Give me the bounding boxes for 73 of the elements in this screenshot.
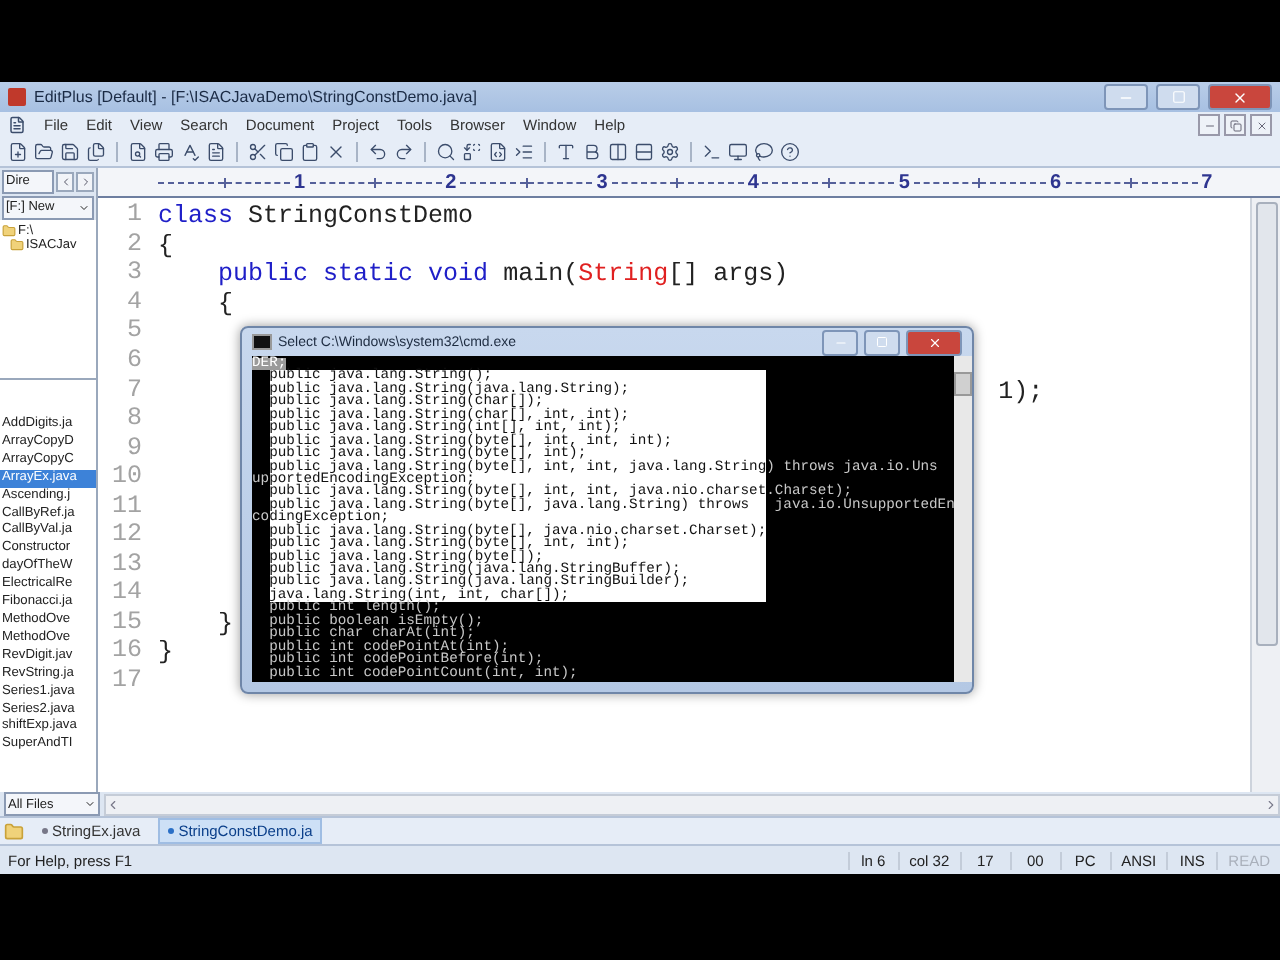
code-line: } — [218, 607, 234, 640]
new-file-icon[interactable] — [8, 142, 28, 162]
line-number: 4 — [124, 287, 144, 316]
scroll-right-icon[interactable] — [1264, 797, 1278, 811]
line-number: 7 — [124, 375, 144, 404]
code-line: { — [218, 287, 234, 320]
line-number: 13 — [109, 549, 144, 578]
close-icon — [927, 335, 941, 349]
close-icon — [1255, 119, 1267, 131]
files-icon[interactable] — [86, 142, 106, 162]
maximize-icon — [876, 336, 888, 348]
undo-icon[interactable] — [368, 142, 388, 162]
rows-icon[interactable] — [634, 142, 654, 162]
restore-icon — [1229, 119, 1241, 131]
columns-icon[interactable] — [608, 142, 628, 162]
paste-icon[interactable] — [300, 142, 320, 162]
line-number: 10 — [109, 462, 144, 491]
bold-icon[interactable] — [582, 142, 602, 162]
vertical-scrollbar[interactable] — [1250, 198, 1280, 792]
chevron-right-icon — [79, 175, 91, 187]
maximize-icon — [1171, 90, 1185, 104]
line-number: 2 — [124, 229, 144, 258]
window-title: EditPlus [Default] - [F:\ISACJavaDemo\StringConstDemo.java] — [34, 88, 479, 106]
font-icon[interactable] — [556, 142, 576, 162]
close-button[interactable] — [906, 329, 962, 355]
line-number: 16 — [109, 636, 144, 665]
line-number: 14 — [109, 578, 144, 607]
settings-icon[interactable] — [660, 142, 680, 162]
close-icon — [1232, 89, 1248, 105]
code-line: 1); — [998, 375, 1044, 408]
indent-icon[interactable] — [514, 142, 534, 162]
maximize-button[interactable] — [864, 329, 900, 355]
line-number: 12 — [109, 520, 144, 549]
line-number: 1 — [124, 200, 144, 229]
scroll-left-icon[interactable] — [106, 797, 120, 811]
close-button[interactable] — [1250, 114, 1272, 136]
ruler: 1 2 3 4 5 6 7 — [98, 168, 1280, 198]
console-icon — [252, 334, 272, 350]
maximize-button[interactable] — [1156, 84, 1200, 110]
spell-check-icon[interactable] — [180, 142, 200, 162]
code-line: class StringConstDemo — [158, 200, 474, 233]
line-number: 6 — [124, 346, 144, 374]
document-icon — [8, 116, 26, 134]
help-icon[interactable] — [780, 142, 800, 162]
open-folder-icon[interactable] — [34, 142, 54, 162]
print-icon[interactable] — [154, 142, 174, 162]
line-number: 11 — [109, 491, 144, 520]
line-number: 5 — [124, 316, 144, 345]
preview-icon[interactable] — [128, 142, 148, 162]
terminal-icon[interactable] — [702, 142, 722, 162]
file-code-icon[interactable] — [488, 142, 508, 162]
search-icon[interactable] — [436, 142, 456, 162]
code-line: public static void main(String[] args) — [218, 258, 789, 291]
line-number: 15 — [109, 607, 144, 636]
document-icon[interactable] — [206, 142, 226, 162]
chevron-left-icon — [59, 175, 71, 187]
line-number: 8 — [124, 404, 144, 433]
copy-icon[interactable] — [274, 142, 294, 162]
cut-icon[interactable] — [248, 142, 268, 162]
line-number: 3 — [124, 258, 144, 287]
code-line: { — [158, 229, 174, 262]
lasso-icon[interactable] — [754, 142, 774, 162]
minimize-icon — [1203, 119, 1215, 131]
app-icon — [8, 88, 26, 106]
line-number: 17 — [109, 666, 144, 695]
redo-icon[interactable] — [394, 142, 414, 162]
monitor-icon[interactable] — [728, 142, 748, 162]
code-line: } — [158, 636, 174, 669]
console-scrollbar[interactable] — [954, 356, 973, 682]
save-icon[interactable] — [60, 142, 80, 162]
delete-icon[interactable] — [326, 142, 346, 162]
horizontal-scrollbar[interactable] — [104, 793, 1280, 815]
line-number: 9 — [124, 433, 144, 462]
